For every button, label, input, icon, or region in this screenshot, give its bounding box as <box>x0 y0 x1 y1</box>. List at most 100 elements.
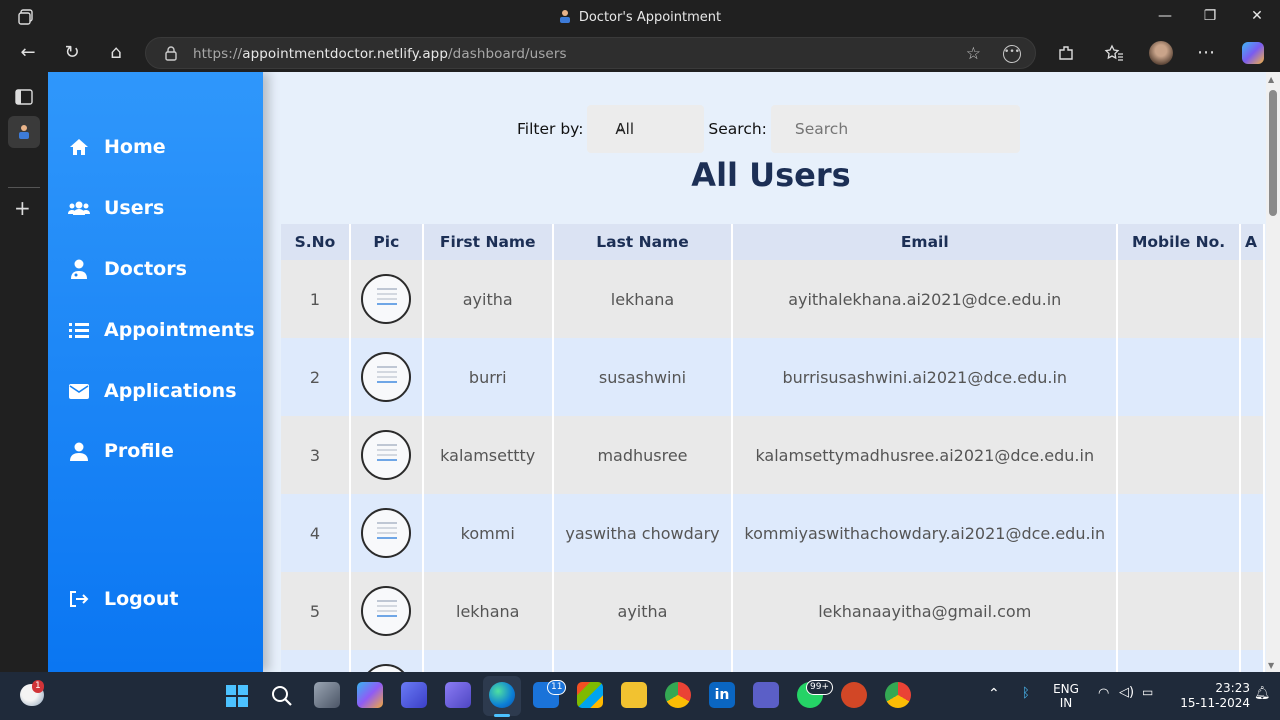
copilot-taskbar-icon[interactable] <box>357 682 383 708</box>
table-row[interactable]: 2 burri susashwini burrisusashwini.ai202… <box>281 338 1266 416</box>
store-icon[interactable] <box>577 682 603 708</box>
cell-mobile <box>1117 650 1241 672</box>
home-icon <box>68 136 90 158</box>
browser-menu-button[interactable]: ⋯ <box>1194 41 1218 65</box>
volume-icon[interactable]: ◁) <box>1119 685 1134 700</box>
cell-truncated <box>1239 650 1266 672</box>
table-row[interactable]: 5 lekhana ayitha lekhanaayitha@gmail.com <box>281 572 1266 650</box>
edge-browser-icon[interactable] <box>489 682 515 708</box>
reading-options-icon[interactable]: ••• <box>1003 45 1021 63</box>
page-scrollbar[interactable]: ▲ ▼ <box>1266 72 1280 672</box>
cell-first-name: kommi <box>422 494 554 572</box>
bluetooth-icon[interactable]: ᛒ <box>1022 686 1030 701</box>
extensions-icon[interactable] <box>1057 44 1075 62</box>
chevron-up-icon[interactable]: ⌃ <box>988 686 1000 702</box>
cell-pic <box>349 650 424 672</box>
copilot-icon[interactable] <box>1242 42 1264 64</box>
table-row[interactable]: 4 kommi yaswitha chowdary kommiyaswithac… <box>281 494 1266 572</box>
scroll-up-arrow-icon[interactable]: ▲ <box>1268 75 1274 84</box>
cell-pic <box>349 572 424 650</box>
url-prefix: https:// <box>193 46 243 62</box>
chrome-icon[interactable] <box>665 682 691 708</box>
table-row[interactable]: 1 ayitha lekhana ayithalekhana.ai2021@dc… <box>281 260 1266 338</box>
sidebar-item-applications[interactable]: Applications <box>68 376 237 406</box>
window-title: Doctor's Appointment <box>0 9 1280 25</box>
time-text: 23:23 <box>1215 681 1250 695</box>
active-tab[interactable] <box>8 116 40 148</box>
sidebar-item-label: Applications <box>104 380 237 402</box>
cell-first-name <box>422 650 554 672</box>
powerpoint-icon[interactable] <box>841 682 867 708</box>
chrome-profile-icon[interactable] <box>885 682 911 708</box>
minimize-button[interactable]: — <box>1155 6 1175 26</box>
avatar[interactable] <box>361 430 412 480</box>
filter-select[interactable]: All ⌄ <box>587 105 705 153</box>
favorites-icon[interactable] <box>1104 44 1124 62</box>
task-view-icon[interactable] <box>314 682 340 708</box>
linkedin-icon[interactable]: in <box>709 682 735 708</box>
sidebar-item-label: Appointments <box>104 319 255 341</box>
sidebar-item-profile[interactable]: Profile <box>68 436 174 466</box>
vertical-tabs-toggle-icon[interactable] <box>15 89 33 105</box>
column-header-sno[interactable]: S.No <box>281 224 351 260</box>
favorite-star-icon[interactable]: ☆ <box>966 44 981 64</box>
battery-icon[interactable]: ▭ <box>1142 685 1153 699</box>
users-table: S.No Pic First Name Last Name Email Mobi… <box>281 224 1266 672</box>
cell-email: burrisusashwini.ai2021@dce.edu.in <box>732 338 1119 416</box>
sidebar-item-home[interactable]: Home <box>68 132 166 162</box>
avatar[interactable] <box>361 274 412 324</box>
logout-button[interactable]: Logout <box>68 584 178 614</box>
table-row[interactable] <box>281 650 1266 672</box>
cell-mobile <box>1117 494 1241 572</box>
restore-button[interactable]: ❐ <box>1200 6 1220 26</box>
cell-mobile <box>1117 416 1241 494</box>
column-header-email[interactable]: Email <box>732 224 1119 260</box>
cell-email: lekhanaayitha@gmail.com <box>732 572 1119 650</box>
url-host: appointmentdoctor.netlify.app <box>242 46 449 62</box>
url-text[interactable]: https://appointmentdoctor.netlify.app/da… <box>193 46 567 62</box>
scrollbar-thumb[interactable] <box>1269 90 1277 216</box>
column-header-first-name[interactable]: First Name <box>422 224 554 260</box>
avatar[interactable] <box>361 508 412 558</box>
table-row[interactable]: 3 kalamsettty madhusree kalamsettymadhus… <box>281 416 1266 494</box>
app-icon-a[interactable] <box>401 682 427 708</box>
language-indicator[interactable]: ENG IN <box>1051 682 1081 710</box>
cell-sno <box>281 650 351 672</box>
lock-icon[interactable] <box>164 45 178 61</box>
avatar[interactable] <box>361 664 412 672</box>
start-windows-icon[interactable] <box>226 685 248 707</box>
notification-bell-icon[interactable]: 🔔︎ <box>1254 686 1271 701</box>
refresh-button[interactable]: ↻ <box>60 41 84 65</box>
cell-last-name: yaswitha chowdary <box>552 494 734 572</box>
region-text: IN <box>1059 696 1073 710</box>
sidebar-item-label: Profile <box>104 440 174 462</box>
new-tab-plus-icon[interactable]: + <box>14 196 31 220</box>
profile-avatar[interactable] <box>1149 41 1173 65</box>
avatar[interactable] <box>361 352 412 402</box>
sidebar-item-doctors[interactable]: Doctors <box>68 254 187 284</box>
wifi-icon[interactable]: ◠ <box>1098 686 1109 701</box>
column-header-pic[interactable]: Pic <box>349 224 424 260</box>
clock[interactable]: 23:23 15-11-2024 <box>1170 681 1250 711</box>
column-header-mobile[interactable]: Mobile No. <box>1117 224 1241 260</box>
avatar[interactable] <box>361 586 412 636</box>
search-icon[interactable] <box>271 685 293 707</box>
cell-truncated <box>1239 494 1266 572</box>
teams-icon[interactable] <box>753 682 779 708</box>
column-header-last-name[interactable]: Last Name <box>552 224 734 260</box>
back-button[interactable]: ← <box>16 41 40 65</box>
table-header-row: S.No Pic First Name Last Name Email Mobi… <box>281 224 1266 260</box>
search-input[interactable] <box>770 105 1020 153</box>
close-window-button[interactable]: ✕ <box>1247 6 1267 26</box>
column-header-truncated[interactable]: A <box>1239 224 1266 260</box>
sidebar-item-appointments[interactable]: Appointments <box>68 315 255 345</box>
envelope-icon <box>68 380 90 402</box>
sidebar-item-users[interactable]: Users <box>68 193 164 223</box>
scroll-down-arrow-icon[interactable]: ▼ <box>1268 661 1274 670</box>
home-button[interactable]: ⌂ <box>104 41 128 65</box>
app-icon-b[interactable] <box>445 682 471 708</box>
lang-text: ENG <box>1053 682 1079 696</box>
file-explorer-icon[interactable] <box>621 682 647 708</box>
address-bar[interactable]: https://appointmentdoctor.netlify.app/da… <box>145 37 1036 69</box>
main-content: Filter by: All ⌄ Search: All Users S.No … <box>263 72 1266 672</box>
